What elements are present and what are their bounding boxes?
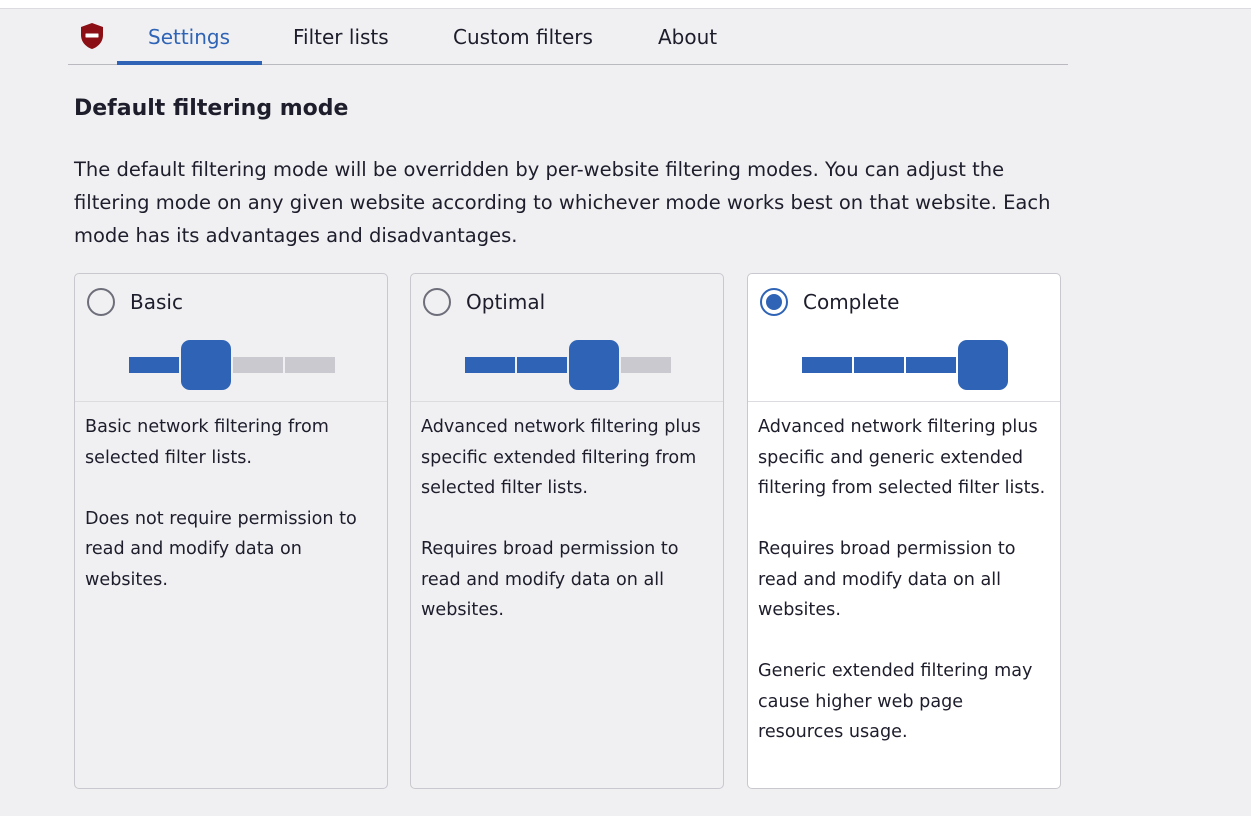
tab-about[interactable]: About <box>658 24 717 50</box>
mode-description-optimal: Advanced network filtering plus specific… <box>421 412 713 656</box>
slider-segment <box>233 357 283 373</box>
description-paragraph: Generic extended filtering may cause hig… <box>758 661 1033 742</box>
mode-card-optimal[interactable]: Optimal Advanced network filtering plus … <box>410 273 724 789</box>
description-paragraph: Does not require permission to read and … <box>85 508 357 590</box>
ublock-shield-icon <box>81 23 103 49</box>
filtering-level-slider-optimal <box>465 340 671 390</box>
slider-segment <box>465 357 515 373</box>
mode-label-complete: Complete <box>803 290 900 314</box>
description-paragraph: Requires broad permission to read and mo… <box>758 539 1016 620</box>
mode-description-basic: Basic network filtering from selected fi… <box>85 412 377 626</box>
filtering-level-slider-complete <box>802 340 1008 390</box>
mode-card-basic[interactable]: Basic Basic network filtering from selec… <box>74 273 388 789</box>
tab-settings[interactable]: Settings <box>148 24 230 50</box>
slider-segment <box>621 357 671 373</box>
tab-filter-lists[interactable]: Filter lists <box>293 24 389 50</box>
tab-bar: Settings Filter lists Custom filters Abo… <box>68 10 1068 65</box>
slider-segment <box>285 357 335 373</box>
radio-basic[interactable] <box>87 288 115 316</box>
mode-description-complete: Advanced network filtering plus specific… <box>758 412 1050 778</box>
mode-card-header: Basic <box>75 274 387 402</box>
browser-top-edge <box>0 0 1251 9</box>
section-description: The default filtering mode will be overr… <box>74 158 1051 247</box>
description-paragraph: Basic network filtering from selected fi… <box>85 417 329 468</box>
tab-custom-filters[interactable]: Custom filters <box>453 24 593 50</box>
section-heading: Default filtering mode <box>74 96 349 121</box>
mode-label-basic: Basic <box>130 290 183 314</box>
slider-knob[interactable] <box>569 340 619 390</box>
slider-knob[interactable] <box>181 340 231 390</box>
slider-knob[interactable] <box>958 340 1008 390</box>
mode-label-optimal: Optimal <box>466 290 546 314</box>
slider-segment <box>854 357 904 373</box>
description-paragraph: Advanced network filtering plus specific… <box>421 417 701 498</box>
description-paragraph: Advanced network filtering plus specific… <box>758 417 1046 498</box>
filtering-level-slider-basic <box>129 340 335 390</box>
slider-segment <box>129 357 179 373</box>
mode-card-complete[interactable]: Complete Advanced network filtering plus… <box>747 273 1061 789</box>
slider-segment <box>906 357 956 373</box>
description-paragraph: Requires broad permission to read and mo… <box>421 539 679 620</box>
mode-card-header: Optimal <box>411 274 723 402</box>
radio-optimal[interactable] <box>423 288 451 316</box>
slider-segment <box>802 357 852 373</box>
slider-segment <box>517 357 567 373</box>
mode-card-header: Complete <box>748 274 1060 402</box>
radio-complete[interactable] <box>760 288 788 316</box>
active-tab-indicator <box>117 61 262 65</box>
